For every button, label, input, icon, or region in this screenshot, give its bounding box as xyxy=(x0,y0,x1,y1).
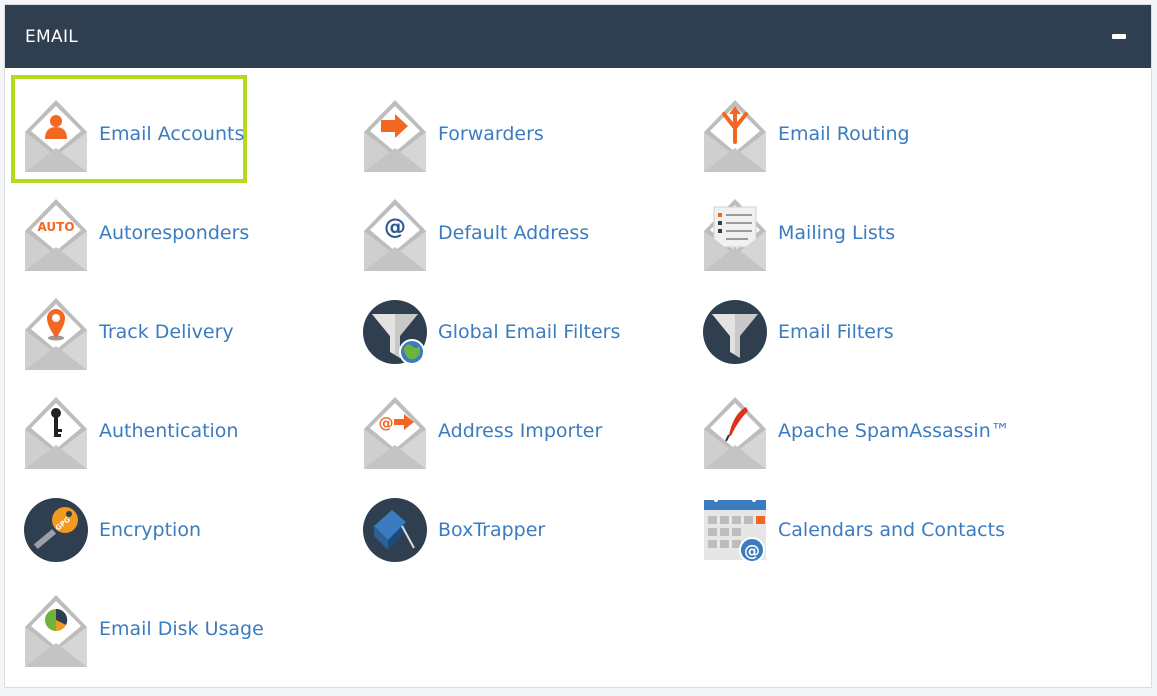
authentication-label: Authentication xyxy=(99,420,239,442)
track-delivery-icon xyxy=(23,292,89,372)
address-importer-label: Address Importer xyxy=(438,420,603,442)
apache-spamassassin-label: Apache SpamAssassin™ xyxy=(778,420,1010,442)
address-importer-link[interactable]: @ Address Importer xyxy=(362,389,662,473)
section-title: EMAIL xyxy=(25,26,79,47)
calendars-and-contacts-link[interactable]: @ Calendars and Contacts xyxy=(702,488,1005,572)
calendar-at-text: @ xyxy=(744,541,760,560)
global-email-filters-link[interactable]: Global Email Filters xyxy=(362,290,662,374)
email-disk-usage-label: Email Disk Usage xyxy=(99,618,264,640)
track-delivery-link[interactable]: Track Delivery xyxy=(23,290,323,374)
email-filters-label: Email Filters xyxy=(778,321,894,343)
email-routing-link[interactable]: Email Routing xyxy=(702,92,1002,176)
email-accounts-link[interactable]: Email Accounts xyxy=(23,92,323,176)
default-address-link[interactable]: @ Default Address xyxy=(362,191,662,275)
forwarders-label: Forwarders xyxy=(438,123,544,145)
email-routing-icon xyxy=(702,94,768,174)
collapse-button[interactable] xyxy=(1107,25,1131,49)
spamassassin-quill-icon xyxy=(702,391,768,471)
autoresponders-link[interactable]: AUTO Autoresponders xyxy=(23,191,323,275)
email-filters-link[interactable]: Email Filters xyxy=(702,290,1002,374)
email-disk-usage-link[interactable]: Email Disk Usage xyxy=(23,587,323,671)
minus-icon xyxy=(1112,34,1126,39)
authentication-icon xyxy=(23,391,89,471)
email-disk-usage-icon xyxy=(23,589,89,669)
authentication-link[interactable]: Authentication xyxy=(23,389,323,473)
mailing-lists-link[interactable]: Mailing Lists xyxy=(702,191,1002,275)
boxtrapper-icon xyxy=(362,490,428,570)
email-routing-label: Email Routing xyxy=(778,123,910,145)
address-importer-icon: @ xyxy=(362,391,428,471)
forwarders-link[interactable]: Forwarders xyxy=(362,92,662,176)
address-importer-at-text: @ xyxy=(379,414,394,432)
autoresponders-label: Autoresponders xyxy=(99,222,250,244)
boxtrapper-link[interactable]: BoxTrapper xyxy=(362,488,662,572)
encryption-key-icon: GPG xyxy=(23,490,89,570)
global-email-filters-label: Global Email Filters xyxy=(438,321,621,343)
track-delivery-label: Track Delivery xyxy=(99,321,234,343)
email-accounts-label: Email Accounts xyxy=(99,123,245,145)
calendar-icon: @ xyxy=(702,490,768,570)
email-tools-grid: Email Accounts Forwarders Email Routing … xyxy=(5,68,1151,688)
forwarders-icon xyxy=(362,94,428,174)
calendars-and-contacts-label: Calendars and Contacts xyxy=(778,519,1005,541)
default-address-label: Default Address xyxy=(438,222,590,244)
encryption-label: Encryption xyxy=(99,519,202,541)
apache-spamassassin-link[interactable]: Apache SpamAssassin™ xyxy=(702,389,1010,473)
email-accounts-icon xyxy=(23,94,89,174)
autoresponders-icon: AUTO xyxy=(23,193,89,273)
encryption-link[interactable]: GPG Encryption xyxy=(23,488,323,572)
global-email-filters-icon xyxy=(362,292,428,372)
default-address-icon: @ xyxy=(362,193,428,273)
mailing-lists-label: Mailing Lists xyxy=(778,222,896,244)
email-filters-icon xyxy=(702,292,768,372)
boxtrapper-label: BoxTrapper xyxy=(438,519,546,541)
mailing-lists-icon xyxy=(702,193,768,273)
email-section-panel: EMAIL Email Accounts Forwarders Email Ro… xyxy=(4,4,1152,688)
auto-icon-text: AUTO xyxy=(37,220,74,234)
email-section-header[interactable]: EMAIL xyxy=(5,5,1151,68)
at-icon-text: @ xyxy=(384,215,406,240)
